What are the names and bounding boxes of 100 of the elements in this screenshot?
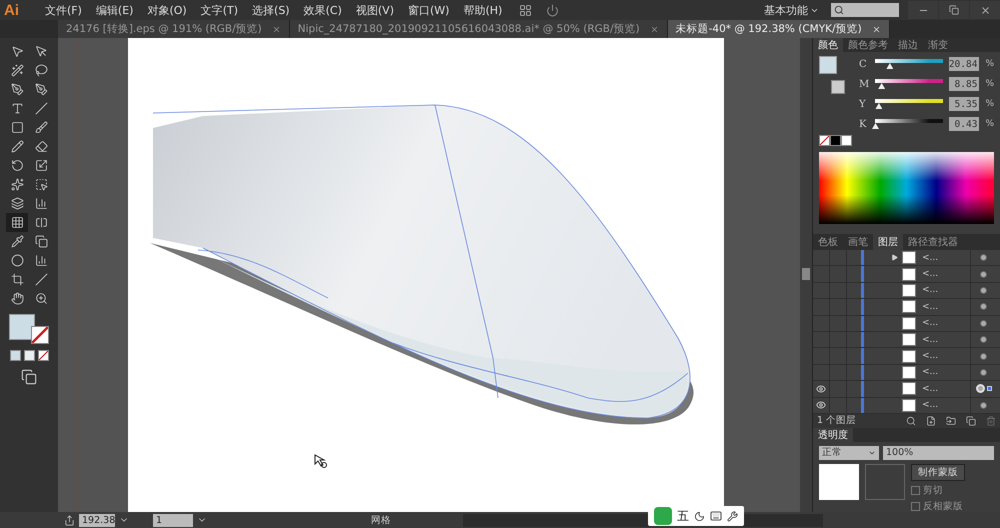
panel-tab[interactable]: 画笔 xyxy=(843,234,873,250)
layout-icon[interactable] xyxy=(519,4,532,16)
move-icon[interactable] xyxy=(946,416,956,426)
panel-tab[interactable]: 颜色参考 xyxy=(843,38,893,52)
eraser-icon[interactable] xyxy=(34,140,48,153)
bar-chart-icon[interactable] xyxy=(34,197,48,210)
layer-row[interactable]: <... xyxy=(813,348,1000,365)
fill-swatch[interactable] xyxy=(9,314,35,340)
color-swatch[interactable] xyxy=(841,135,852,146)
wrench-icon[interactable] xyxy=(727,510,738,522)
new-sublayer-icon[interactable] xyxy=(926,416,936,426)
menu-item[interactable]: 对象(O) xyxy=(140,2,194,18)
rotate-icon[interactable] xyxy=(10,159,24,172)
layer-row[interactable]: <... xyxy=(813,316,1000,332)
menu-item[interactable]: 文字(T) xyxy=(194,2,246,18)
pen-icon[interactable] xyxy=(10,83,24,96)
menu-item[interactable]: 帮助(H) xyxy=(456,2,510,18)
export-icon[interactable] xyxy=(64,514,75,526)
arrow-icon[interactable] xyxy=(34,45,48,58)
layer-row[interactable]: <... xyxy=(813,282,1000,300)
panel-tab[interactable]: 色板 xyxy=(813,234,843,250)
search-field[interactable] xyxy=(831,3,899,17)
value-field[interactable]: 0.43 xyxy=(949,117,980,131)
menu-item[interactable]: 文件(F) xyxy=(38,2,89,18)
ime-logo-icon[interactable] xyxy=(654,507,672,525)
zoom-field[interactable]: 192.38 xyxy=(79,514,115,526)
lasso-icon[interactable] xyxy=(34,64,48,77)
color-slider[interactable] xyxy=(875,99,944,109)
layer-row[interactable]: <... xyxy=(813,398,1000,414)
target-icon[interactable] xyxy=(980,352,987,360)
gradient-mode-swatch[interactable] xyxy=(24,350,34,361)
close-icon[interactable] xyxy=(650,24,659,34)
mask-option-checkbox[interactable]: 剪切 xyxy=(911,484,965,497)
color-slider[interactable] xyxy=(875,59,944,69)
layer-row[interactable]: <... xyxy=(813,381,1000,398)
target-icon[interactable] xyxy=(980,270,987,278)
value-field[interactable]: 8.85 xyxy=(949,77,980,91)
panel-tab[interactable]: 渐变 xyxy=(923,38,953,52)
menu-item[interactable]: 窗口(W) xyxy=(400,2,456,18)
workspace-switcher[interactable]: 基本功能 xyxy=(764,2,819,18)
fill-swatch[interactable] xyxy=(819,56,837,74)
pencil-icon[interactable] xyxy=(10,140,24,153)
menu-item[interactable]: 效果(C) xyxy=(296,2,349,18)
search-icon[interactable] xyxy=(906,416,916,426)
scale-icon[interactable] xyxy=(34,159,48,172)
out-of-gamut-swatch[interactable] xyxy=(831,80,845,94)
layer-row[interactable]: <... xyxy=(813,332,1000,348)
menu-item[interactable]: 选择(S) xyxy=(245,2,297,18)
document-tab[interactable]: 24176 [转换].eps @ 191% (RGB/预览) xyxy=(58,20,290,38)
layer-row[interactable]: <... xyxy=(813,250,1000,266)
eye-icon[interactable] xyxy=(816,400,826,410)
color-slider[interactable] xyxy=(875,79,944,89)
free-transform-icon[interactable] xyxy=(34,178,48,191)
color-mode-swatch[interactable] xyxy=(10,350,20,361)
sparkle-icon[interactable] xyxy=(10,178,24,191)
type-icon[interactable] xyxy=(10,102,24,115)
document-tab[interactable]: 未标题-40* @ 192.38% (CMYK/预览) xyxy=(668,20,890,38)
slice-icon[interactable] xyxy=(34,273,48,286)
layer-row[interactable]: <... xyxy=(813,364,1000,382)
none-swatch[interactable] xyxy=(38,350,48,361)
target-icon[interactable] xyxy=(980,402,987,409)
eye-icon[interactable] xyxy=(816,384,826,394)
hand-icon[interactable] xyxy=(10,292,24,305)
target-icon[interactable] xyxy=(980,286,987,294)
pen-icon[interactable] xyxy=(34,83,48,96)
stroke-swatch[interactable] xyxy=(31,326,49,344)
target-icon[interactable] xyxy=(980,320,987,327)
layer-row[interactable]: <... xyxy=(813,266,1000,283)
panel-tab[interactable]: 透明度 xyxy=(813,428,853,442)
target-icon[interactable] xyxy=(980,336,987,344)
panel-tab[interactable]: 路径查找器 xyxy=(903,234,963,250)
layer-row[interactable]: <... xyxy=(813,299,1000,316)
mask-option-checkbox[interactable]: 反相蒙版 xyxy=(911,500,965,513)
trash-icon[interactable] xyxy=(986,416,996,426)
value-field[interactable]: 20.84 xyxy=(949,57,980,71)
moon-icon[interactable] xyxy=(694,510,705,522)
color-swatch[interactable] xyxy=(830,135,841,146)
mesh-icon[interactable] xyxy=(10,216,24,229)
panel-tab[interactable]: 颜色 xyxy=(813,38,843,52)
close-button[interactable] xyxy=(970,1,1000,19)
none-swatch[interactable] xyxy=(819,135,830,146)
scrollbar[interactable] xyxy=(800,38,812,512)
target-icon[interactable] xyxy=(980,368,987,376)
make-mask-button[interactable]: 制作蒙版 xyxy=(911,464,965,481)
target-icon[interactable] xyxy=(980,303,987,310)
document-tab[interactable]: Nipic_24787180_20190921105616043088.ai* @ 50% (RGB/预览) xyxy=(290,20,668,38)
column-graph-icon[interactable] xyxy=(34,254,48,267)
opacity-field[interactable]: 100% xyxy=(883,446,994,460)
keyboard-icon[interactable] xyxy=(710,510,722,522)
line-icon[interactable] xyxy=(34,102,48,115)
color-slider[interactable] xyxy=(875,119,944,129)
target-icon[interactable] xyxy=(980,254,987,262)
input-mode-label[interactable]: 五 xyxy=(677,508,689,524)
expand-icon[interactable] xyxy=(891,254,898,262)
value-field[interactable]: 5.35 xyxy=(949,97,980,111)
panel-tab[interactable]: 描边 xyxy=(893,38,923,52)
menu-item[interactable]: 视图(V) xyxy=(348,2,401,18)
close-icon[interactable] xyxy=(272,24,281,34)
zoom-icon[interactable] xyxy=(34,292,48,305)
selection-arrow-icon[interactable] xyxy=(10,45,24,58)
